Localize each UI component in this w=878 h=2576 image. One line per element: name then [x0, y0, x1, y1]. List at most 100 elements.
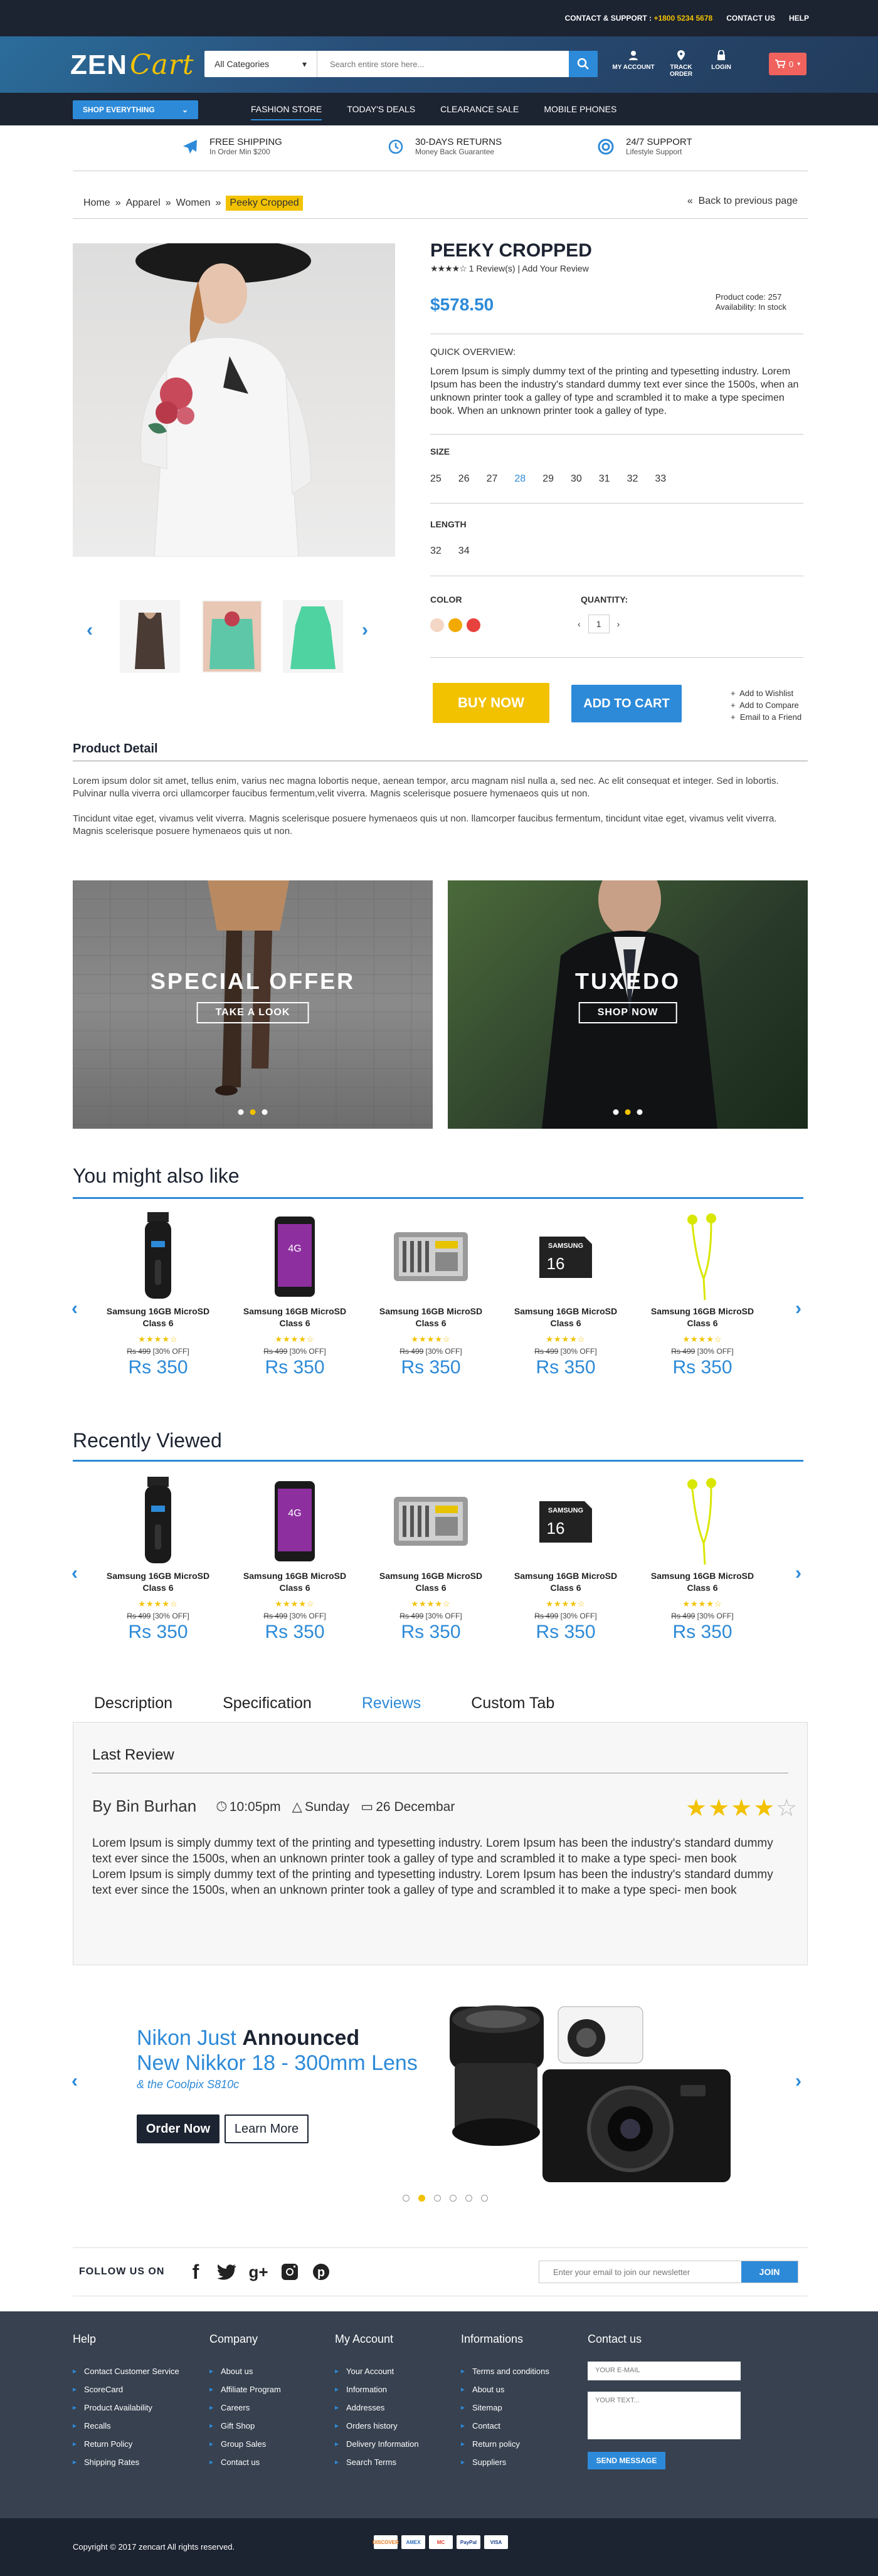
login-button[interactable]: LOGIN [702, 50, 740, 71]
footer-link[interactable]: About us [461, 2380, 549, 2399]
product-card[interactable]: 4G Samsung 16GB MicroSD Class 6 ★★★★☆ Rs 49… [240, 1208, 350, 1378]
product-name[interactable]: Samsung 16GB MicroSD Class 6 [510, 1570, 621, 1594]
product-card[interactable]: Samsung 16GB MicroSD Class 6 ★★★★☆ Rs 499 … [376, 1472, 486, 1643]
category-select[interactable]: All Categories ▾ [204, 51, 317, 77]
learn-more-button[interactable]: Learn More [225, 2114, 309, 2143]
size-option[interactable]: 33 [655, 473, 666, 485]
footer-link[interactable]: ScoreCard [73, 2380, 179, 2399]
help-link[interactable]: HELP [789, 14, 809, 23]
cart-button[interactable]: 0 ▾ [769, 53, 807, 75]
breadcrumb-women[interactable]: Women [176, 198, 211, 209]
product-name[interactable]: Samsung 16GB MicroSD Class 6 [376, 1570, 486, 1594]
thumbnail-1[interactable] [120, 600, 180, 673]
product-name[interactable]: Samsung 16GB MicroSD Class 6 [103, 1570, 213, 1594]
shop-everything-dropdown[interactable]: SHOP EVERYTHING ⌄ [73, 100, 198, 119]
product-card[interactable]: Samsung 16GB MicroSD Class 6 ★★★★☆ Rs 499 … [376, 1208, 486, 1378]
camera-banner-prev[interactable]: ‹ [71, 2071, 78, 2092]
footer-link[interactable]: Orders history [335, 2417, 419, 2435]
product-name[interactable]: Samsung 16GB MicroSD Class 6 [510, 1306, 621, 1329]
color-swatch[interactable] [430, 618, 444, 632]
size-option[interactable]: 25 [430, 473, 442, 485]
take-a-look-button[interactable]: TAKE A LOOK [196, 1002, 309, 1023]
product-card[interactable]: Samsung 16GB MicroSD Class 6 ★★★★☆ Rs 499 … [103, 1472, 213, 1643]
size-option-selected[interactable]: 28 [514, 473, 526, 485]
footer-link[interactable]: Sitemap [461, 2399, 549, 2417]
footer-link[interactable]: Recalls [73, 2417, 179, 2435]
footer-link[interactable]: Contact us [209, 2453, 281, 2471]
pinterest-icon[interactable]: p [310, 2261, 332, 2283]
track-order-button[interactable]: TRACK ORDER [659, 50, 703, 78]
product-name[interactable]: Samsung 16GB MicroSD Class 6 [647, 1570, 758, 1594]
product-card[interactable]: Samsung 16GB MicroSD Class 6 ★★★★☆ Rs 499 … [647, 1472, 758, 1643]
product-card[interactable]: 4G Samsung 16GB MicroSD Class 6 ★★★★☆ Rs 49… [240, 1472, 350, 1643]
nav-item-mobile-phones[interactable]: MOBILE PHONES [531, 93, 629, 125]
decrease-button[interactable]: ‹ [578, 619, 581, 629]
search-input[interactable] [317, 51, 569, 77]
footer-link[interactable]: Delivery Information [335, 2435, 419, 2453]
footer-link[interactable]: About us [209, 2362, 281, 2380]
footer-link[interactable]: Contact Customer Service [73, 2362, 179, 2380]
product-card[interactable]: Samsung 16GB MicroSD Class 6 ★★★★☆ Rs 499 … [647, 1208, 758, 1378]
email-friend-link[interactable]: + Email to a Friend [731, 711, 801, 723]
product-name[interactable]: Samsung 16GB MicroSD Class 6 [647, 1306, 758, 1329]
footer-link[interactable]: Careers [209, 2399, 281, 2417]
product-main-image[interactable] [73, 243, 395, 557]
tab-reviews[interactable]: Reviews [362, 1694, 421, 1713]
tuxedo-banner[interactable]: TUXEDO SHOP NOW [448, 880, 808, 1129]
footer-message-input[interactable]: YOUR TEXT... [588, 2392, 741, 2439]
increase-button[interactable]: › [617, 619, 620, 629]
search-button[interactable] [569, 51, 598, 77]
footer-link[interactable]: Affiliate Program [209, 2380, 281, 2399]
nav-item-fashion-store[interactable]: FASHION STORE [238, 93, 334, 125]
footer-link[interactable]: Shipping Rates [73, 2453, 179, 2471]
footer-link[interactable]: Terms and conditions [461, 2362, 549, 2380]
product-name[interactable]: Samsung 16GB MicroSD Class 6 [376, 1306, 486, 1329]
googleplus-icon[interactable]: g+ [247, 2261, 270, 2283]
add-to-cart-button[interactable]: ADD TO CART [571, 685, 682, 722]
carousel-prev-arrow[interactable]: ‹ [71, 1563, 78, 1584]
tab-specification[interactable]: Specification [223, 1694, 312, 1713]
twitter-icon[interactable] [216, 2261, 238, 2283]
newsletter-email-input[interactable] [539, 2261, 741, 2283]
footer-link[interactable]: Product Availability [73, 2399, 179, 2417]
support-phone[interactable]: +1800 5234 5678 [653, 14, 712, 23]
carousel-prev-arrow[interactable]: ‹ [71, 1298, 78, 1319]
my-account-button[interactable]: MY ACCOUNT [611, 50, 655, 71]
buy-now-button[interactable]: BUY NOW [433, 683, 549, 723]
size-option[interactable]: 31 [599, 473, 610, 485]
footer-link[interactable]: Gift Shop [209, 2417, 281, 2435]
thumb-next-arrow[interactable]: › [362, 620, 368, 641]
length-option[interactable]: 32 [430, 546, 442, 557]
quantity-input[interactable]: 1 [588, 615, 610, 633]
add-to-compare-link[interactable]: + Add to Compare [731, 699, 801, 711]
color-swatch[interactable] [448, 618, 462, 632]
back-link[interactable]: « Back to previous page [687, 196, 798, 207]
size-option[interactable]: 29 [542, 473, 554, 485]
logo[interactable]: ZENCart [70, 49, 194, 81]
product-name[interactable]: Samsung 16GB MicroSD Class 6 [240, 1306, 350, 1329]
color-swatch[interactable] [467, 618, 480, 632]
camera-banner-next[interactable]: › [795, 2071, 801, 2092]
nav-item-clearance-sale[interactable]: CLEARANCE SALE [428, 93, 531, 125]
product-card[interactable]: SAMSUNG 16 Samsung 16GB MicroSD Class 6 ★★★… [510, 1208, 621, 1378]
footer-link[interactable]: Your Account [335, 2362, 419, 2380]
shop-now-button[interactable]: SHOP NOW [578, 1002, 677, 1023]
special-offer-banner[interactable]: SPECIAL OFFER TAKE A LOOK [73, 880, 433, 1129]
order-now-button[interactable]: Order Now [137, 2114, 220, 2143]
carousel-next-arrow[interactable]: › [795, 1563, 801, 1584]
nav-item-todays-deals[interactable]: TODAY'S DEALS [334, 93, 428, 125]
footer-link[interactable]: Group Sales [209, 2435, 281, 2453]
send-message-button[interactable]: SEND MESSAGE [588, 2452, 665, 2469]
reviews-link[interactable]: 1 Review(s) | Add Your Review [469, 263, 589, 273]
thumbnail-3[interactable] [283, 600, 343, 673]
footer-email-input[interactable]: YOUR E-MAIL [588, 2362, 741, 2380]
tab-custom[interactable]: Custom Tab [471, 1694, 554, 1713]
product-card[interactable]: SAMSUNG 16 Samsung 16GB MicroSD Class 6 ★★★… [510, 1472, 621, 1643]
product-name[interactable]: Samsung 16GB MicroSD Class 6 [240, 1570, 350, 1594]
thumbnail-2[interactable] [202, 600, 262, 673]
size-option[interactable]: 26 [458, 473, 470, 485]
product-card[interactable]: Samsung 16GB MicroSD Class 6 ★★★★☆ Rs 499 … [103, 1208, 213, 1378]
size-option[interactable]: 27 [487, 473, 498, 485]
product-name[interactable]: Samsung 16GB MicroSD Class 6 [103, 1306, 213, 1329]
footer-link[interactable]: Search Terms [335, 2453, 419, 2471]
